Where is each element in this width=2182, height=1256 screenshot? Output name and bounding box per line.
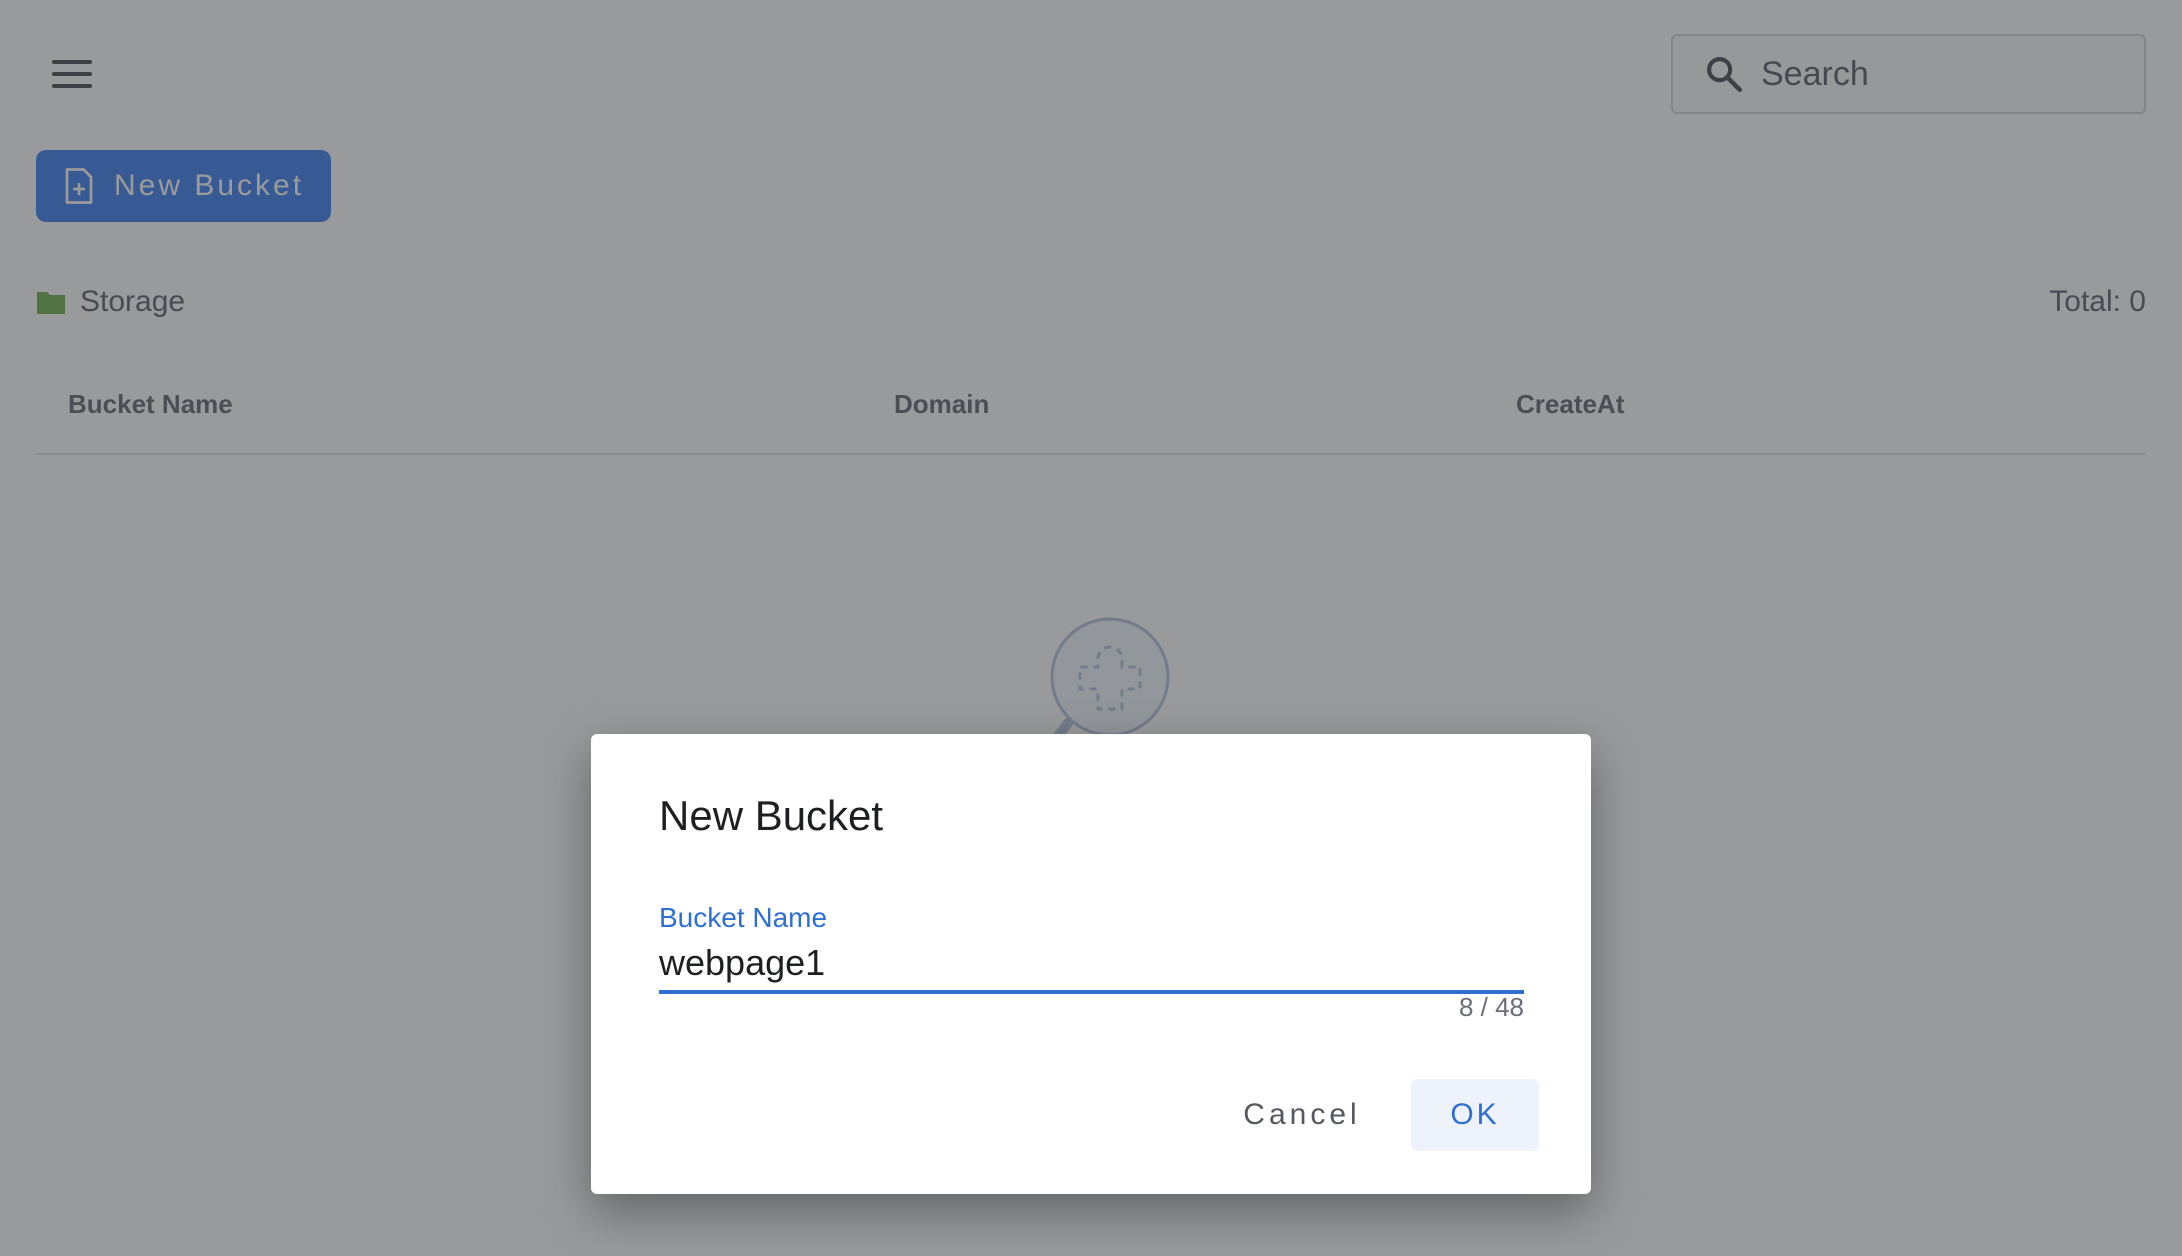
ok-button[interactable]: OK	[1411, 1079, 1539, 1151]
bucket-name-input[interactable]	[659, 936, 1524, 994]
bucket-name-label: Bucket Name	[659, 902, 828, 933]
new-bucket-dialog: New Bucket Bucket Name 8 / 48 Cancel OK	[591, 734, 1591, 1194]
storage-page: New Bucket Storage Total: 0 Bucket Name …	[0, 0, 2182, 1256]
cancel-button[interactable]: Cancel	[1227, 1079, 1377, 1151]
dialog-title: New Bucket	[659, 792, 884, 839]
character-counter: 8 / 48	[1458, 992, 1524, 1022]
